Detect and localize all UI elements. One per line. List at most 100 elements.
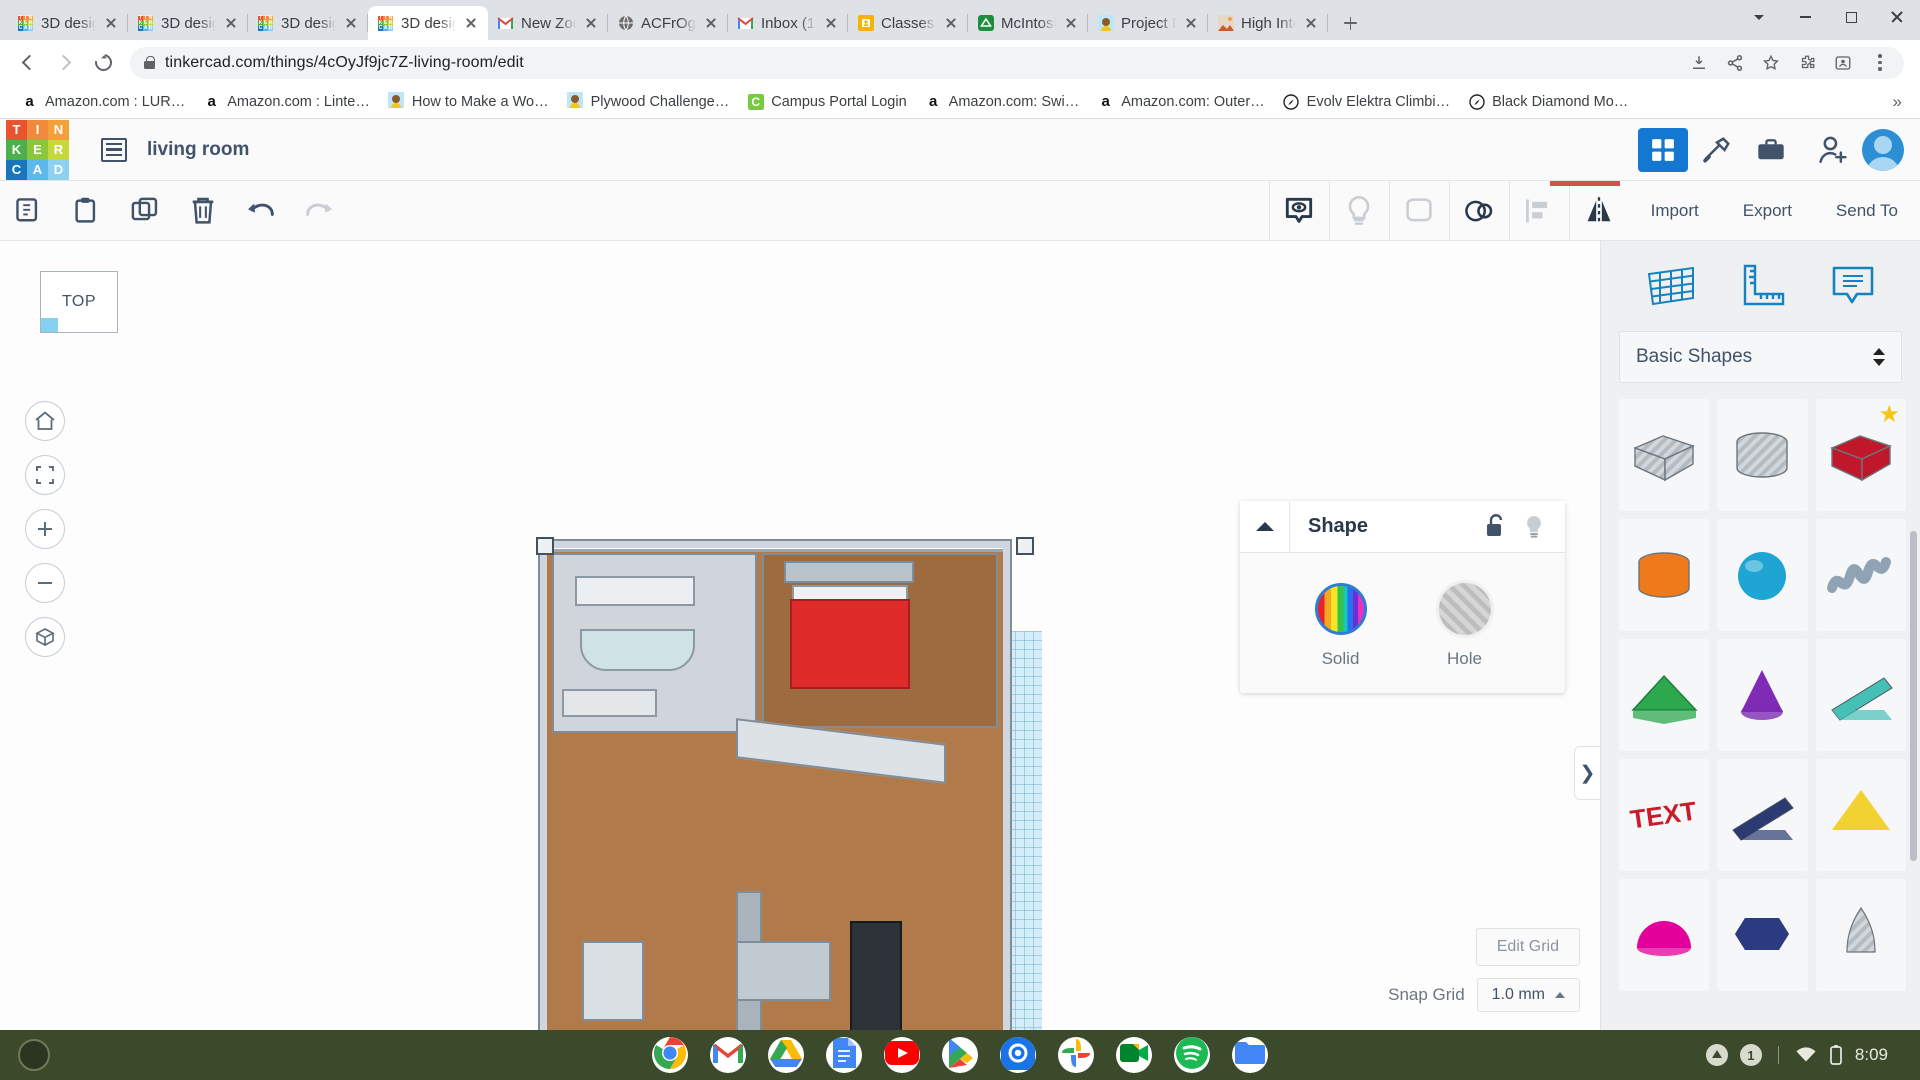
avatar[interactable] [1862,128,1904,171]
ungroup-button[interactable] [1448,180,1509,241]
zoom-out-button[interactable] [25,563,65,603]
perspective-toggle-button[interactable] [25,617,65,657]
minimize-button[interactable] [1782,0,1828,34]
play-store-app[interactable] [942,1037,978,1073]
close-icon[interactable] [223,15,239,31]
navy-wedge-shape[interactable] [1717,759,1808,871]
browser-tab[interactable]: Classes [848,6,968,40]
photos-app[interactable] [1058,1037,1094,1073]
codeblocks-tab[interactable] [1692,128,1742,172]
bookmark-item[interactable]: Plywood Challenge… [558,90,739,113]
bookmarks-overflow-button[interactable]: » [1893,92,1908,112]
home-view-button[interactable] [25,401,65,441]
back-button[interactable] [10,46,44,80]
unlocked-padlock-icon[interactable] [1483,513,1505,538]
bookmark-item[interactable]: How to Make a Wo… [379,90,558,113]
browser-tab[interactable]: TINKERCAD 3D design [8,6,128,40]
light-button[interactable] [1328,180,1389,241]
ruler-icon[interactable] [1738,262,1788,310]
bookmark-item[interactable]: a Amazon.com : Linte… [194,90,379,113]
list-menu-icon[interactable] [101,137,127,162]
red-box-shape[interactable]: ★ [1815,399,1906,511]
handle-top-right[interactable] [1016,537,1034,555]
gallery-tab[interactable] [1746,128,1796,172]
handle-top-left[interactable] [536,537,554,555]
scribble-shape[interactable] [1815,519,1906,631]
hole-option[interactable]: Hole [1438,583,1491,669]
browser-tab[interactable]: TINKERCAD 3D design [248,6,368,40]
view-cube[interactable]: TOP [40,271,118,333]
purple-cone-shape[interactable] [1717,639,1808,751]
group-button[interactable] [1388,180,1449,241]
edit-grid-button[interactable]: Edit Grid [1475,928,1580,966]
spotify-app[interactable] [1174,1037,1210,1073]
close-icon[interactable] [1303,15,1319,31]
cylinder-shape[interactable] [1717,399,1808,511]
browser-tab[interactable]: TINKERCAD 3D design [368,6,488,40]
bookmark-item[interactable]: a Amazon.com: Outer… [1088,90,1273,113]
bookmark-item[interactable]: Black Diamond Mo… [1459,90,1637,113]
chrome-app[interactable] [652,1037,688,1073]
import-button[interactable]: Import [1629,181,1721,241]
teal-wedge-shape[interactable] [1815,639,1906,751]
canvas-workspace[interactable]: TOP Shape Solid Hole Edit Grid Snap Grid… [0,241,1920,1030]
grey-paraboloid-shape[interactable] [1815,879,1906,991]
launcher-icon[interactable] [18,1039,50,1071]
mirror-button[interactable] [1568,180,1629,241]
send-to-button[interactable]: Send To [1814,181,1920,241]
align-button[interactable] [1508,180,1569,241]
close-window-button[interactable] [1874,0,1920,34]
close-icon[interactable] [1183,15,1199,31]
gmail-app[interactable] [710,1037,746,1073]
snap-grid-select[interactable]: 1.0 mm [1476,978,1580,1012]
shape-category-select[interactable]: Basic Shapes [1619,331,1902,383]
lightbulb-icon[interactable] [1523,514,1545,540]
close-icon[interactable] [583,15,599,31]
browser-tab[interactable]: McIntosh [968,6,1088,40]
delete-button[interactable] [174,181,232,241]
close-icon[interactable] [1063,15,1079,31]
docs-app[interactable] [826,1037,862,1073]
address-bar[interactable]: tinkercad.com/things/4cOyJf9jc7Z-living-… [130,46,1904,79]
3d-model-room[interactable] [536,537,1042,1030]
bookmark-item[interactable]: a Amazon.com : LUR… [12,90,194,113]
design-tab[interactable] [1638,127,1688,172]
close-icon[interactable] [103,15,119,31]
meet-app[interactable] [1116,1037,1152,1073]
close-icon[interactable] [943,15,959,31]
drive-app[interactable] [768,1037,804,1073]
close-icon[interactable] [703,15,719,31]
close-icon[interactable] [343,15,359,31]
orange-cylinder-shape[interactable] [1619,519,1710,631]
system-tray[interactable]: 1 8:09 [1690,1037,1904,1073]
bookmark-star-icon[interactable] [1762,54,1780,72]
yellow-pyramid-shape[interactable] [1815,759,1906,871]
browser-tab[interactable]: TINKERCAD 3D design [128,6,248,40]
user-plus-icon[interactable] [1816,133,1850,167]
profile-icon[interactable] [1834,54,1852,72]
copy-button[interactable] [0,181,58,241]
solid-option[interactable]: Solid [1314,583,1367,669]
close-icon[interactable] [823,15,839,31]
install-icon[interactable] [1690,54,1708,72]
text-shape[interactable]: TEXT [1619,759,1710,871]
tinkercad-logo[interactable]: TINKERCAD [6,119,69,180]
youtube-app[interactable] [884,1037,920,1073]
notes-button[interactable] [1268,180,1329,241]
zoom-in-button[interactable] [25,509,65,549]
fit-view-button[interactable] [25,455,65,495]
page-title[interactable]: living room [147,139,249,161]
tab-search-button[interactable] [1736,0,1782,34]
sidebar-collapse-button[interactable]: ❯ [1574,746,1600,800]
inspector-collapse-button[interactable] [1240,500,1290,553]
browser-tab[interactable]: High Inten [1208,6,1328,40]
undo-button[interactable] [232,181,290,241]
files-app[interactable] [1232,1037,1268,1073]
browser-tab[interactable]: Inbox (125 [728,6,848,40]
sphere-shape[interactable] [1717,519,1808,631]
redo-button[interactable] [290,181,348,241]
notification-badge[interactable]: 1 [1739,1044,1762,1066]
bookmark-item[interactable]: C Campus Portal Login [738,90,915,113]
bookmark-item[interactable]: Evolv Elektra Climbi… [1274,90,1459,113]
green-roof-shape[interactable] [1619,639,1710,751]
